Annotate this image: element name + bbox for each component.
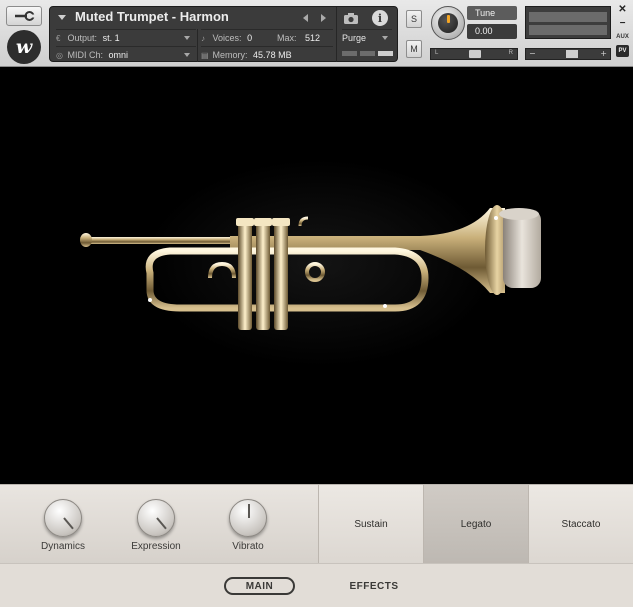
max-voices-value[interactable]: 512 (305, 30, 320, 46)
divider (336, 7, 337, 62)
articulation-legato-button[interactable]: Legato (423, 485, 528, 564)
volume-minus-icon: − (529, 49, 536, 58)
chevron-down-icon[interactable] (58, 15, 66, 20)
voices-display: ♪ Voices: 0 Max: 512 (201, 29, 333, 45)
pan-slider[interactable]: L R (430, 48, 518, 60)
pan-right-label: R (508, 50, 513, 56)
expression-knob[interactable] (137, 499, 175, 537)
tune-value[interactable]: 0.00 (467, 24, 517, 39)
knob-group: Dynamics Expression Vibrato (0, 485, 318, 564)
knob-indicator (156, 517, 167, 530)
instrument-artwork (0, 68, 633, 484)
voices-value: 0 (247, 33, 253, 43)
midi-channel-selector[interactable]: ◎ MIDI Ch: omni (56, 46, 196, 62)
settings-wrench-button[interactable] (6, 6, 42, 26)
knob-indicator (63, 517, 74, 530)
purge-dropdown[interactable]: Purge (342, 29, 392, 45)
articulation-staccato-button[interactable]: Staccato (528, 485, 633, 564)
volume-slider-thumb[interactable] (566, 50, 578, 58)
logo-letter: w (15, 36, 33, 58)
brand-logo: w (7, 30, 41, 64)
volume-plus-icon: + (600, 49, 607, 58)
purge-label: Purge (342, 33, 367, 43)
purge-indicator (342, 51, 394, 57)
chevron-down-icon (184, 36, 190, 40)
tab-effects[interactable]: EFFECTS (340, 577, 408, 595)
next-instrument-icon[interactable] (321, 14, 326, 22)
trumpet-image (80, 205, 541, 330)
memory-display: ▤ Memory: 45.78 MB (201, 46, 333, 62)
minimize-instrument-button[interactable]: − (616, 17, 629, 29)
instrument-title-row[interactable]: Muted Trumpet - Harmon (50, 7, 336, 28)
camera-icon (344, 13, 358, 24)
memory-value: 45.78 MB (253, 50, 292, 60)
instrument-name: Muted Trumpet - Harmon (75, 9, 229, 24)
solo-button[interactable]: S (406, 10, 422, 28)
chevron-down-icon (382, 36, 388, 40)
vibrato-knob[interactable] (229, 499, 267, 537)
mute-button[interactable]: M (406, 40, 422, 58)
aux-button[interactable]: AUX (616, 31, 629, 43)
knob-indicator (248, 504, 250, 518)
output-level-meter (525, 6, 611, 39)
articulation-sustain-button[interactable]: Sustain (318, 485, 423, 564)
instrument-info-panel: Muted Trumpet - Harmon i € Output: st. 1… (49, 6, 398, 62)
minimize-icon: − (619, 17, 626, 29)
midi-label: MIDI Ch: (67, 50, 104, 60)
voices-icon: ♪ (201, 34, 205, 43)
close-icon: ✕ (618, 3, 627, 15)
info-icon: i (377, 11, 383, 25)
expression-label: Expression (131, 541, 181, 552)
page-tabs: MAIN EFFECTS (0, 563, 633, 607)
chevron-down-icon (184, 53, 190, 57)
wrench-icon (15, 11, 35, 21)
vibrato-label: Vibrato (232, 541, 264, 552)
tune-label: Tune (467, 6, 517, 20)
midi-icon: ◎ (56, 51, 63, 60)
dynamics-label: Dynamics (41, 541, 85, 552)
output-label: Output: (67, 33, 98, 43)
memory-icon: ▤ (201, 51, 209, 60)
performance-controls: Dynamics Expression Vibrato Sustain Lega… (0, 484, 633, 564)
memory-label: Memory: (212, 50, 248, 60)
divider (197, 29, 198, 62)
previous-instrument-icon[interactable] (303, 14, 308, 22)
dynamics-knob[interactable] (44, 499, 82, 537)
pv-button[interactable]: PV (616, 45, 629, 57)
pan-left-label: L (435, 50, 439, 56)
tab-main[interactable]: MAIN (224, 577, 295, 595)
output-icon: € (56, 34, 61, 43)
info-button[interactable]: i (372, 10, 388, 26)
output-selector[interactable]: € Output: st. 1 (56, 29, 196, 45)
snapshot-camera-button[interactable] (338, 10, 364, 27)
close-instrument-button[interactable]: ✕ (616, 3, 629, 15)
tune-knob[interactable] (431, 6, 465, 40)
midi-value: omni (108, 50, 129, 60)
knob-indicator (447, 15, 450, 23)
max-voices-label: Max: (277, 33, 297, 43)
volume-slider[interactable]: − + (525, 48, 611, 60)
voices-label: Voices: (212, 33, 242, 43)
output-value: st. 1 (102, 33, 120, 43)
instrument-header: w Muted Trumpet - Harmon i € Output: st.… (0, 0, 633, 67)
pan-slider-thumb[interactable] (469, 50, 481, 58)
